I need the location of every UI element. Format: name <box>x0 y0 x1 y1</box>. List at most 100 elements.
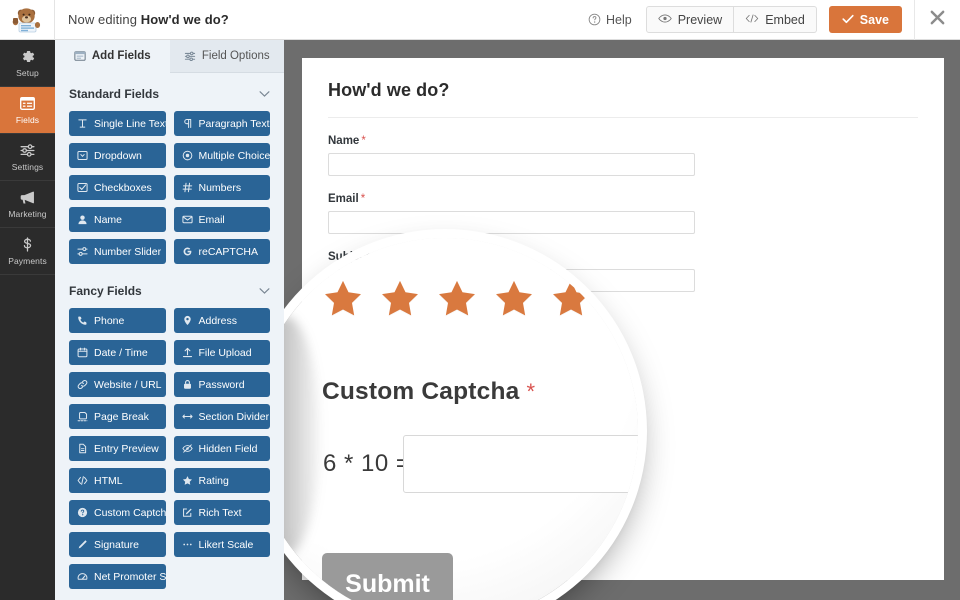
star-icon[interactable] <box>434 278 480 322</box>
field-button-phone[interactable]: Phone <box>69 308 166 333</box>
preview-label: Preview <box>677 12 723 27</box>
dollar-icon <box>19 236 36 253</box>
star-icon[interactable] <box>548 278 594 322</box>
rating-stars[interactable] <box>320 278 594 322</box>
sidebar-item-setup[interactable]: Setup <box>0 40 55 87</box>
field-label: Entry Preview <box>94 442 159 455</box>
star-icon[interactable] <box>491 278 537 322</box>
preview-button[interactable]: Preview <box>645 6 735 33</box>
help-label: Help <box>606 12 632 27</box>
field-button-single-line-text[interactable]: Single Line Text <box>69 111 166 136</box>
ellipsis-icon <box>182 539 193 550</box>
form-builder-screen: Now editing How'd we do? Help Preview Em… <box>0 0 960 600</box>
captcha-answer-input[interactable] <box>403 435 638 493</box>
field-button-number-slider[interactable]: Number Slider <box>69 239 166 264</box>
submit-button[interactable]: Submit <box>322 553 453 600</box>
field-button-net-promoter-score[interactable]: Net Promoter Score <box>69 564 166 589</box>
group-title: Fancy Fields <box>69 284 142 298</box>
star-icon[interactable] <box>320 278 366 322</box>
help-button[interactable]: Help <box>588 13 632 27</box>
star-icon[interactable] <box>377 278 423 322</box>
field-button-file-upload[interactable]: File Upload <box>173 340 270 365</box>
sidebar-item-settings[interactable]: Settings <box>0 134 55 181</box>
field-button-rating[interactable]: Rating <box>173 468 270 493</box>
field-label: Section Divider <box>198 410 270 423</box>
sidebar-item-fields[interactable]: Fields <box>0 87 55 134</box>
embed-label: Embed <box>765 12 805 27</box>
save-button[interactable]: Save <box>828 6 902 33</box>
field-label: Address <box>198 314 238 327</box>
check-icon <box>842 13 854 27</box>
page-title: How'd we do? <box>328 80 450 100</box>
field-button-page-break[interactable]: Page Break <box>69 404 166 429</box>
embed-button[interactable]: Embed <box>734 6 817 33</box>
sidebar-item-marketing[interactable]: Marketing <box>0 181 55 228</box>
field-button-address[interactable]: Address <box>173 308 270 333</box>
wpforms-bear-logo-icon <box>10 5 44 35</box>
field-button-numbers[interactable]: Numbers <box>173 175 270 200</box>
field-button-custom-captcha[interactable]: Custom Captcha <box>69 500 166 525</box>
field-label: Password <box>198 378 245 391</box>
group-header-fancy-fields[interactable]: Fancy Fields <box>55 264 284 308</box>
top-bar-actions: Help Preview Embed Save <box>588 0 960 40</box>
tab-label: Field Options <box>201 50 270 62</box>
field-options-icon <box>184 50 196 62</box>
field-label: Signature <box>94 538 139 551</box>
chevron-down-icon[interactable] <box>259 85 270 103</box>
magnifier-content: Custom Captcha * 6 * 10 = Submit <box>252 238 638 600</box>
field-button-paragraph-text[interactable]: Paragraph Text <box>173 111 270 136</box>
field-button-website-url[interactable]: Website / URL <box>69 372 166 397</box>
field-button-email[interactable]: Email <box>173 207 270 232</box>
field-label: Numbers <box>198 181 242 194</box>
field-label: Rating <box>198 474 229 487</box>
field-button-dropdown[interactable]: Dropdown <box>69 143 166 168</box>
email-input[interactable] <box>328 211 695 234</box>
save-label: Save <box>859 12 889 27</box>
lock-icon <box>182 379 193 390</box>
field-button-checkboxes[interactable]: Checkboxes <box>69 175 166 200</box>
tab-add-fields[interactable]: Add Fields <box>55 40 170 73</box>
wpforms-logo <box>0 0 55 40</box>
field-button-rich-text[interactable]: Rich Text <box>173 500 270 525</box>
custom-captcha-label-text: Custom Captcha <box>322 378 520 405</box>
arrows-horizontal-icon <box>181 411 193 422</box>
pen-icon <box>77 539 88 550</box>
fancy-fields-grid: Phone Address Date / Time File Upload We… <box>55 308 284 589</box>
sidebar-item-payments[interactable]: Payments <box>0 228 55 275</box>
field-button-multiple-choice[interactable]: Multiple Choice <box>173 143 270 168</box>
close-builder-button[interactable] <box>914 0 960 40</box>
field-label: Likert Scale <box>198 538 254 551</box>
form-field-email: Email * <box>328 193 918 234</box>
tab-field-options[interactable]: Field Options <box>169 40 284 73</box>
google-g-icon <box>182 246 193 257</box>
gear-icon <box>19 48 36 65</box>
field-button-hidden-field[interactable]: Hidden Field <box>173 436 270 461</box>
field-label: Rich Text <box>198 506 242 519</box>
field-button-date-time[interactable]: Date / Time <box>69 340 166 365</box>
phone-icon <box>77 315 88 326</box>
field-button-entry-preview[interactable]: Entry Preview <box>69 436 166 461</box>
panel-tabs: Add Fields Field Options <box>55 40 284 73</box>
nps-icon <box>77 571 88 582</box>
field-button-html[interactable]: HTML <box>69 468 166 493</box>
field-button-section-divider[interactable]: Section Divider <box>173 404 270 429</box>
megaphone-icon <box>19 189 36 206</box>
name-input[interactable] <box>328 153 695 176</box>
field-button-signature[interactable]: Signature <box>69 532 166 557</box>
form-name: How'd we do? <box>140 12 229 27</box>
top-bar: Now editing How'd we do? Help Preview Em… <box>0 0 960 40</box>
field-label: Number Slider <box>94 245 162 258</box>
chevron-down-icon[interactable] <box>259 282 270 300</box>
field-button-name[interactable]: Name <box>69 207 166 232</box>
field-button-likert-scale[interactable]: Likert Scale <box>173 532 270 557</box>
checkbox-icon <box>77 182 88 193</box>
code-brackets-icon <box>77 475 88 486</box>
sidebar-item-label: Fields <box>15 115 40 125</box>
standard-fields-grid: Single Line Text Paragraph Text Dropdown… <box>55 111 284 264</box>
field-button-recaptcha[interactable]: reCAPTCHA <box>173 239 270 264</box>
field-label: Custom Captcha <box>94 506 166 519</box>
hash-icon <box>182 182 193 193</box>
group-header-standard-fields[interactable]: Standard Fields <box>55 73 284 111</box>
editing-label: Now editing How'd we do? <box>68 12 229 27</box>
field-button-password[interactable]: Password <box>173 372 270 397</box>
